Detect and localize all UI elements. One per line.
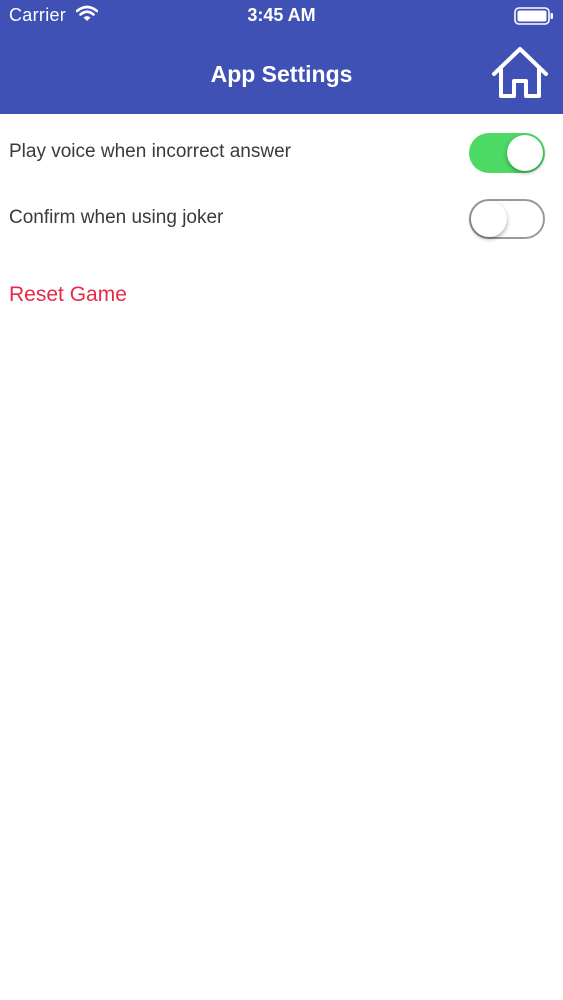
home-button[interactable] bbox=[490, 46, 550, 100]
battery-icon bbox=[514, 7, 553, 25]
confirm-joker-toggle[interactable] bbox=[469, 199, 545, 239]
home-icon bbox=[492, 47, 548, 98]
status-bar: Carrier 3:45 AM bbox=[0, 0, 563, 32]
play-voice-toggle[interactable] bbox=[469, 133, 545, 173]
setting-row-confirm-joker: Confirm when using joker bbox=[0, 199, 563, 239]
page-title: App Settings bbox=[210, 61, 353, 87]
reset-game-button[interactable]: Reset Game bbox=[9, 283, 127, 307]
status-time: 3:45 AM bbox=[247, 5, 316, 25]
app-settings-screen: Carrier 3:45 AM App Settings Play voice bbox=[0, 0, 563, 1000]
toggle-knob bbox=[471, 201, 507, 237]
toggle-knob bbox=[507, 135, 543, 171]
setting-row-play-voice: Play voice when incorrect answer bbox=[0, 133, 563, 173]
setting-label: Play voice when incorrect answer bbox=[9, 141, 291, 162]
navigation-header: Carrier 3:45 AM App Settings bbox=[0, 0, 563, 114]
setting-label: Confirm when using joker bbox=[9, 207, 224, 228]
